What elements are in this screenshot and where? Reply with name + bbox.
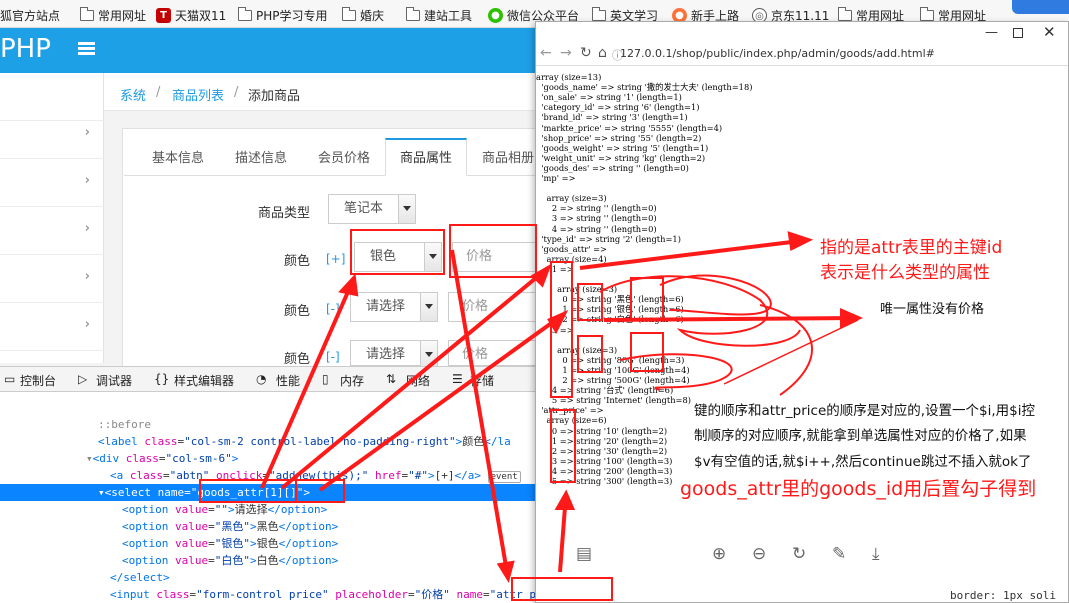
annotation-text: 唯一属性没有价格 — [880, 302, 985, 317]
highlight-box — [577, 283, 603, 321]
highlight-box — [449, 224, 537, 278]
highlight-box — [295, 479, 345, 503]
arrow-head — [554, 489, 576, 510]
arrow — [280, 266, 550, 490]
arrow-head — [496, 560, 515, 584]
annotation-text: 制顺序的对应顺序,就能拿到单选属性对应的价格了,如果 — [694, 428, 1027, 444]
highlight-box — [630, 332, 664, 372]
annotation-text: $v有空值的话,就$i++,然后continue跳过不插入就ok了 — [694, 454, 1032, 470]
arrow — [603, 316, 859, 322]
arrow-head — [338, 273, 359, 297]
annotation-text: 指的是attr表里的主键id — [820, 238, 1003, 258]
highlight-box — [630, 277, 664, 321]
arrow — [450, 249, 510, 579]
arrow-head — [840, 307, 863, 329]
highlight-box — [550, 409, 576, 483]
annotation-text: 表示是什么类型的属性 — [820, 263, 990, 283]
annotation-text: goods_attr里的goods_id用后置勾子得到 — [680, 478, 1037, 500]
annotation-text: 键的顺序和attr_price的顺序是对应的,设置一个$i,用$i控 — [694, 403, 1036, 419]
highlight-box — [577, 335, 603, 373]
arrow-head — [787, 231, 814, 252]
scribble — [619, 353, 733, 391]
arrow — [318, 312, 566, 492]
arrow — [579, 238, 809, 270]
arrow — [260, 277, 356, 489]
highlight-box — [199, 479, 297, 503]
arrow-head — [547, 310, 569, 335]
highlight-box — [511, 577, 613, 601]
highlight-box — [350, 229, 445, 275]
